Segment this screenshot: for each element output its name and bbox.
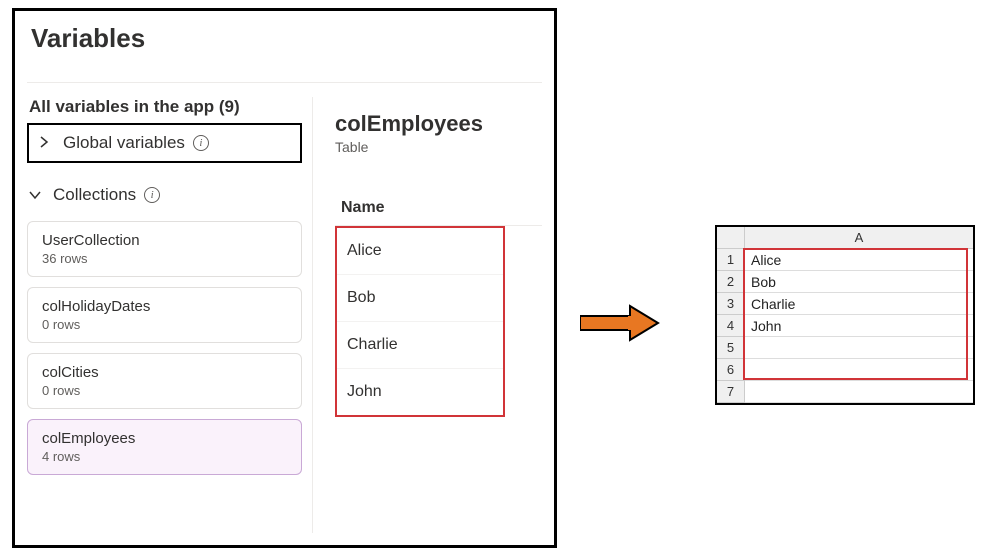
chevron-down-icon xyxy=(29,187,43,203)
sheet-row: 7 xyxy=(717,381,973,403)
detail-type: Table xyxy=(335,139,542,155)
card-sub: 0 rows xyxy=(42,317,287,332)
sheet-column-header[interactable]: A xyxy=(745,227,973,249)
collections-row[interactable]: Collections i xyxy=(27,179,302,211)
sheet-row: 6 xyxy=(717,359,973,381)
sheet-cell[interactable]: John xyxy=(745,315,973,337)
sheet-cell[interactable]: Bob xyxy=(745,271,973,293)
card-sub: 4 rows xyxy=(42,449,287,464)
sheet-row: 4 John xyxy=(717,315,973,337)
sheet-row-header[interactable]: 7 xyxy=(717,381,745,403)
card-sub: 36 rows xyxy=(42,251,287,266)
all-variables-header: All variables in the app (9) xyxy=(27,97,302,117)
variables-left-column: All variables in the app (9) Global vari… xyxy=(27,97,312,533)
variables-detail-column: colEmployees Table Name Alice Bob Charli… xyxy=(312,97,542,533)
sheet-cell[interactable]: Charlie xyxy=(745,293,973,315)
table-column-header: Name xyxy=(335,191,542,226)
panel-body: All variables in the app (9) Global vari… xyxy=(27,82,542,533)
card-name: colCities xyxy=(42,364,287,381)
collection-card-colemployees[interactable]: colEmployees 4 rows xyxy=(27,419,302,475)
sheet-row-header[interactable]: 3 xyxy=(717,293,745,315)
sheet-cell[interactable]: Alice xyxy=(745,249,973,271)
sheet-row: 2 Bob xyxy=(717,271,973,293)
card-name: UserCollection xyxy=(42,232,287,249)
panel-title: Variables xyxy=(27,23,542,54)
card-sub: 0 rows xyxy=(42,383,287,398)
table-row: John xyxy=(337,369,503,415)
collection-card-colcities[interactable]: colCities 0 rows xyxy=(27,353,302,409)
sheet-row-header[interactable]: 5 xyxy=(717,337,745,359)
spreadsheet: A 1 Alice 2 Bob 3 Charlie 4 John 5 6 7 xyxy=(715,225,975,405)
arrow-icon xyxy=(580,302,660,344)
variables-panel: Variables All variables in the app (9) G… xyxy=(12,8,557,548)
global-variables-label: Global variables xyxy=(63,133,185,153)
sheet-row: 1 Alice xyxy=(717,249,973,271)
sheet-row-header[interactable]: 4 xyxy=(717,315,745,337)
sheet-cell[interactable] xyxy=(745,337,973,359)
global-variables-row[interactable]: Global variables i xyxy=(27,123,302,163)
sheet-row-header[interactable]: 6 xyxy=(717,359,745,381)
collections-label: Collections xyxy=(53,185,136,205)
chevron-right-icon xyxy=(39,135,53,151)
sheet-row-header[interactable]: 2 xyxy=(717,271,745,293)
info-icon[interactable]: i xyxy=(193,135,209,151)
table-row: Alice xyxy=(337,228,503,275)
sheet-cell[interactable] xyxy=(745,359,973,381)
info-icon[interactable]: i xyxy=(144,187,160,203)
sheet-row: 3 Charlie xyxy=(717,293,973,315)
collection-card-usercollection[interactable]: UserCollection 36 rows xyxy=(27,221,302,277)
card-name: colEmployees xyxy=(42,430,287,447)
sheet-header-row: A xyxy=(717,227,973,249)
table-highlight-box: Alice Bob Charlie John xyxy=(335,226,505,417)
sheet-row-header[interactable]: 1 xyxy=(717,249,745,271)
card-name: colHolidayDates xyxy=(42,298,287,315)
sheet-row: 5 xyxy=(717,337,973,359)
table-row: Bob xyxy=(337,275,503,322)
sheet-corner[interactable] xyxy=(717,227,745,249)
sheet-cell[interactable] xyxy=(745,381,973,403)
detail-title: colEmployees xyxy=(335,111,542,137)
collection-card-colholidaydates[interactable]: colHolidayDates 0 rows xyxy=(27,287,302,343)
table-row: Charlie xyxy=(337,322,503,369)
